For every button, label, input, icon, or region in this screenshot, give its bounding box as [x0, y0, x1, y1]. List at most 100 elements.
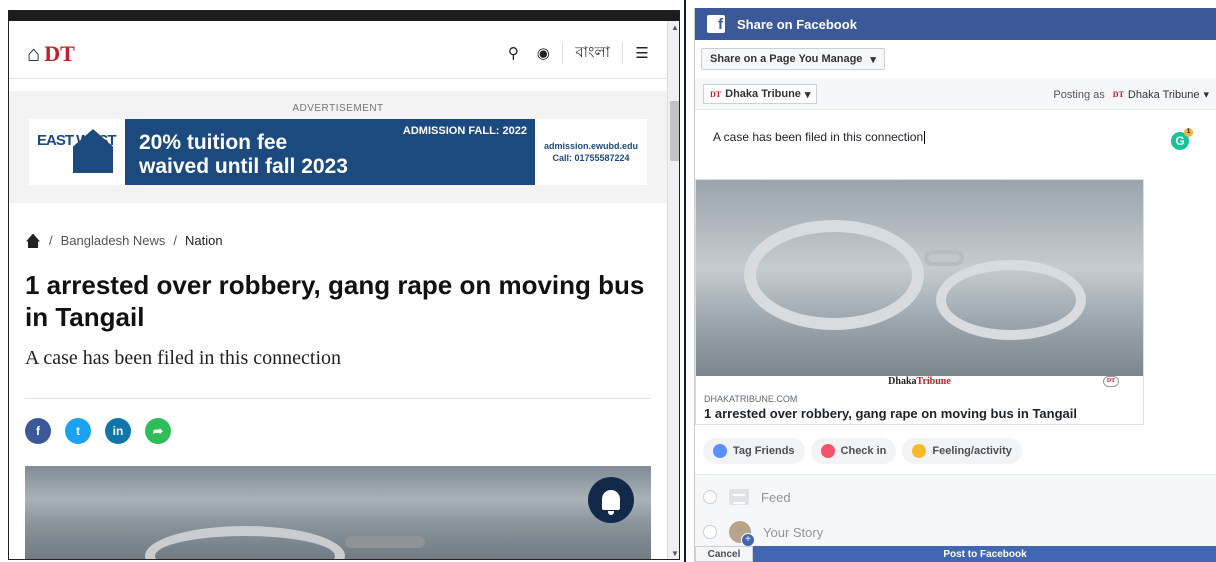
preview-title: 1 arrested over robbery, gang rape on mo… — [704, 406, 1077, 421]
handcuff-shape — [145, 526, 345, 559]
cancel-button[interactable]: Cancel — [695, 546, 753, 562]
page-dropdown[interactable]: DT Dhaka Tribune ▾ — [703, 84, 818, 104]
ad-headline-1: 20% tuition fee — [139, 131, 288, 154]
facebook-share-icon[interactable]: f — [25, 418, 51, 444]
preview-watermark: DhakaTribune DT — [696, 376, 1143, 388]
feed-icon — [729, 489, 749, 505]
share-icon[interactable]: ➦ — [145, 418, 171, 444]
ad-logo: EAST WEST — [29, 119, 125, 185]
tag-friends-label: Tag Friends — [733, 445, 795, 457]
ad-label: ADVERTISEMENT — [292, 103, 384, 114]
site-header: ⌂ DT ⚲ ◉ বাংলা ☰ — [9, 23, 667, 79]
message-text: A case has been filed in this connection — [713, 130, 924, 144]
dialog-footer: Cancel Post to Facebook — [695, 546, 1216, 562]
home-icon[interactable] — [25, 234, 41, 248]
window-gap — [680, 0, 694, 562]
feed-radio[interactable] — [703, 490, 717, 504]
ad-contact: admission.ewubd.edu Call: 01755587224 — [535, 119, 647, 185]
linkedin-share-icon[interactable]: in — [105, 418, 131, 444]
tag-friends-icon — [713, 444, 727, 458]
feed-option[interactable]: Feed — [703, 489, 791, 505]
preview-image — [696, 180, 1143, 376]
page-logo: DT — [1112, 90, 1124, 99]
window-title: Share on Facebook — [737, 16, 857, 32]
breadcrumb: / Bangladesh News / Nation — [25, 233, 223, 248]
advertisement-area: ADVERTISEMENT EAST WEST ADMISSION FALL: … — [9, 91, 667, 203]
facebook-share-window: f Share on Facebook Share on a Page You … — [694, 8, 1216, 562]
posting-as: Posting as DT Dhaka Tribune ▾ — [1053, 88, 1209, 102]
site-logo[interactable]: ⌂ DT — [27, 41, 75, 67]
feed-label: Feed — [761, 489, 791, 505]
news-browser-window: ⌂ DT ⚲ ◉ বাংলা ☰ ADVERTISEMENT EAST WEST — [8, 10, 680, 560]
posting-as-dropdown[interactable]: DT Dhaka Tribune ▾ — [1112, 88, 1209, 102]
page-name: Dhaka Tribune — [725, 88, 801, 100]
story-label: Your Story — [763, 524, 824, 540]
scrollbar[interactable]: ▲ ▼ — [667, 21, 679, 559]
chain-shape — [924, 250, 964, 266]
post-to-facebook-button[interactable]: Post to Facebook — [753, 546, 1216, 562]
home-icon: ⌂ — [27, 41, 41, 66]
watermark-badge: DT — [1103, 376, 1119, 387]
facebook-icon: f — [707, 15, 725, 33]
ad-headline-2: waived until fall 2023 — [139, 155, 348, 178]
ad-contact-phone: Call: 01755587224 — [552, 153, 630, 163]
breadcrumb-item[interactable]: Nation — [185, 233, 223, 248]
twitter-share-icon[interactable]: t — [65, 418, 91, 444]
search-icon[interactable]: ⚲ — [498, 39, 528, 67]
chevron-down-icon: ▾ — [804, 88, 811, 101]
check-in-label: Check in — [840, 445, 887, 457]
posting-as-value: Dhaka Tribune — [1127, 88, 1200, 101]
page-logo: DT — [710, 89, 722, 99]
text-caret — [924, 131, 926, 145]
avatar — [729, 521, 755, 547]
header-divider — [622, 42, 623, 64]
chevron-down-icon: ▾ — [870, 53, 876, 66]
logo-text: DT — [44, 41, 75, 66]
share-target-dropdown[interactable]: Share on a Page You Manage ▾ — [701, 48, 885, 70]
grammarly-badge: 1 — [1184, 128, 1193, 137]
article-subtitle: A case has been filed in this connection — [25, 347, 342, 369]
divider — [25, 398, 651, 399]
watermark-dhaka: Dhaka — [888, 376, 917, 387]
desktop-edge — [684, 0, 686, 562]
scrollbar-thumb[interactable] — [670, 101, 679, 161]
ad-admission: ADMISSION FALL: 2022 — [402, 125, 527, 137]
language-switch[interactable]: বাংলা — [567, 41, 618, 66]
window-titlebar: f Share on Facebook — [695, 8, 1216, 40]
story-option[interactable]: Your Story — [703, 521, 824, 547]
smiley-icon — [912, 444, 927, 458]
breadcrumb-separator: / — [173, 233, 178, 248]
chevron-down-icon: ▾ — [1203, 89, 1209, 101]
feeling-activity-button[interactable]: Feeling/activity — [902, 438, 1022, 464]
composer-actions: Tag Friends Check in Feeling/activity — [695, 434, 1216, 468]
feeling-activity-label: Feeling/activity — [932, 445, 1012, 457]
share-target-label: Share on a Page You Manage — [710, 53, 863, 65]
scroll-up-icon[interactable]: ▲ — [668, 21, 679, 35]
tag-friends-button[interactable]: Tag Friends — [703, 438, 805, 464]
watermark-tribune: Tribune — [916, 376, 951, 387]
window-top-bar — [9, 11, 679, 21]
scroll-down-icon[interactable]: ▼ — [668, 547, 679, 559]
share-buttons: f t in ➦ — [25, 418, 171, 444]
bell-icon — [602, 490, 620, 515]
handcuff-shape — [744, 220, 924, 330]
breadcrumb-separator: / — [49, 233, 53, 248]
location-pin-icon — [820, 444, 835, 458]
preview-domain: DHAKATRIBUNE.COM — [704, 394, 798, 404]
check-in-button[interactable]: Check in — [810, 438, 897, 464]
handcuff-shape — [936, 260, 1086, 340]
article-image — [25, 466, 651, 559]
story-radio[interactable] — [703, 525, 717, 539]
link-preview[interactable]: DhakaTribune DT DHAKATRIBUNE.COM 1 arres… — [695, 179, 1144, 425]
header-divider — [562, 42, 564, 64]
article-title: 1 arrested over robbery, gang rape on mo… — [25, 270, 645, 332]
ad-banner[interactable]: EAST WEST ADMISSION FALL: 2022 20% tuiti… — [29, 119, 647, 185]
grammarly-icon[interactable]: G1 — [1171, 128, 1193, 150]
chain-shape — [345, 536, 425, 548]
notification-bell-button[interactable] — [588, 477, 634, 523]
message-input[interactable]: A case has been filed in this connection — [713, 130, 926, 145]
globe-icon[interactable]: ◉ — [528, 39, 558, 67]
breadcrumb-item[interactable]: Bangladesh News — [61, 233, 166, 248]
menu-icon[interactable]: ☰ — [627, 39, 657, 67]
page-selector-bar: DT Dhaka Tribune ▾ Posting as DT Dhaka T… — [695, 78, 1216, 110]
